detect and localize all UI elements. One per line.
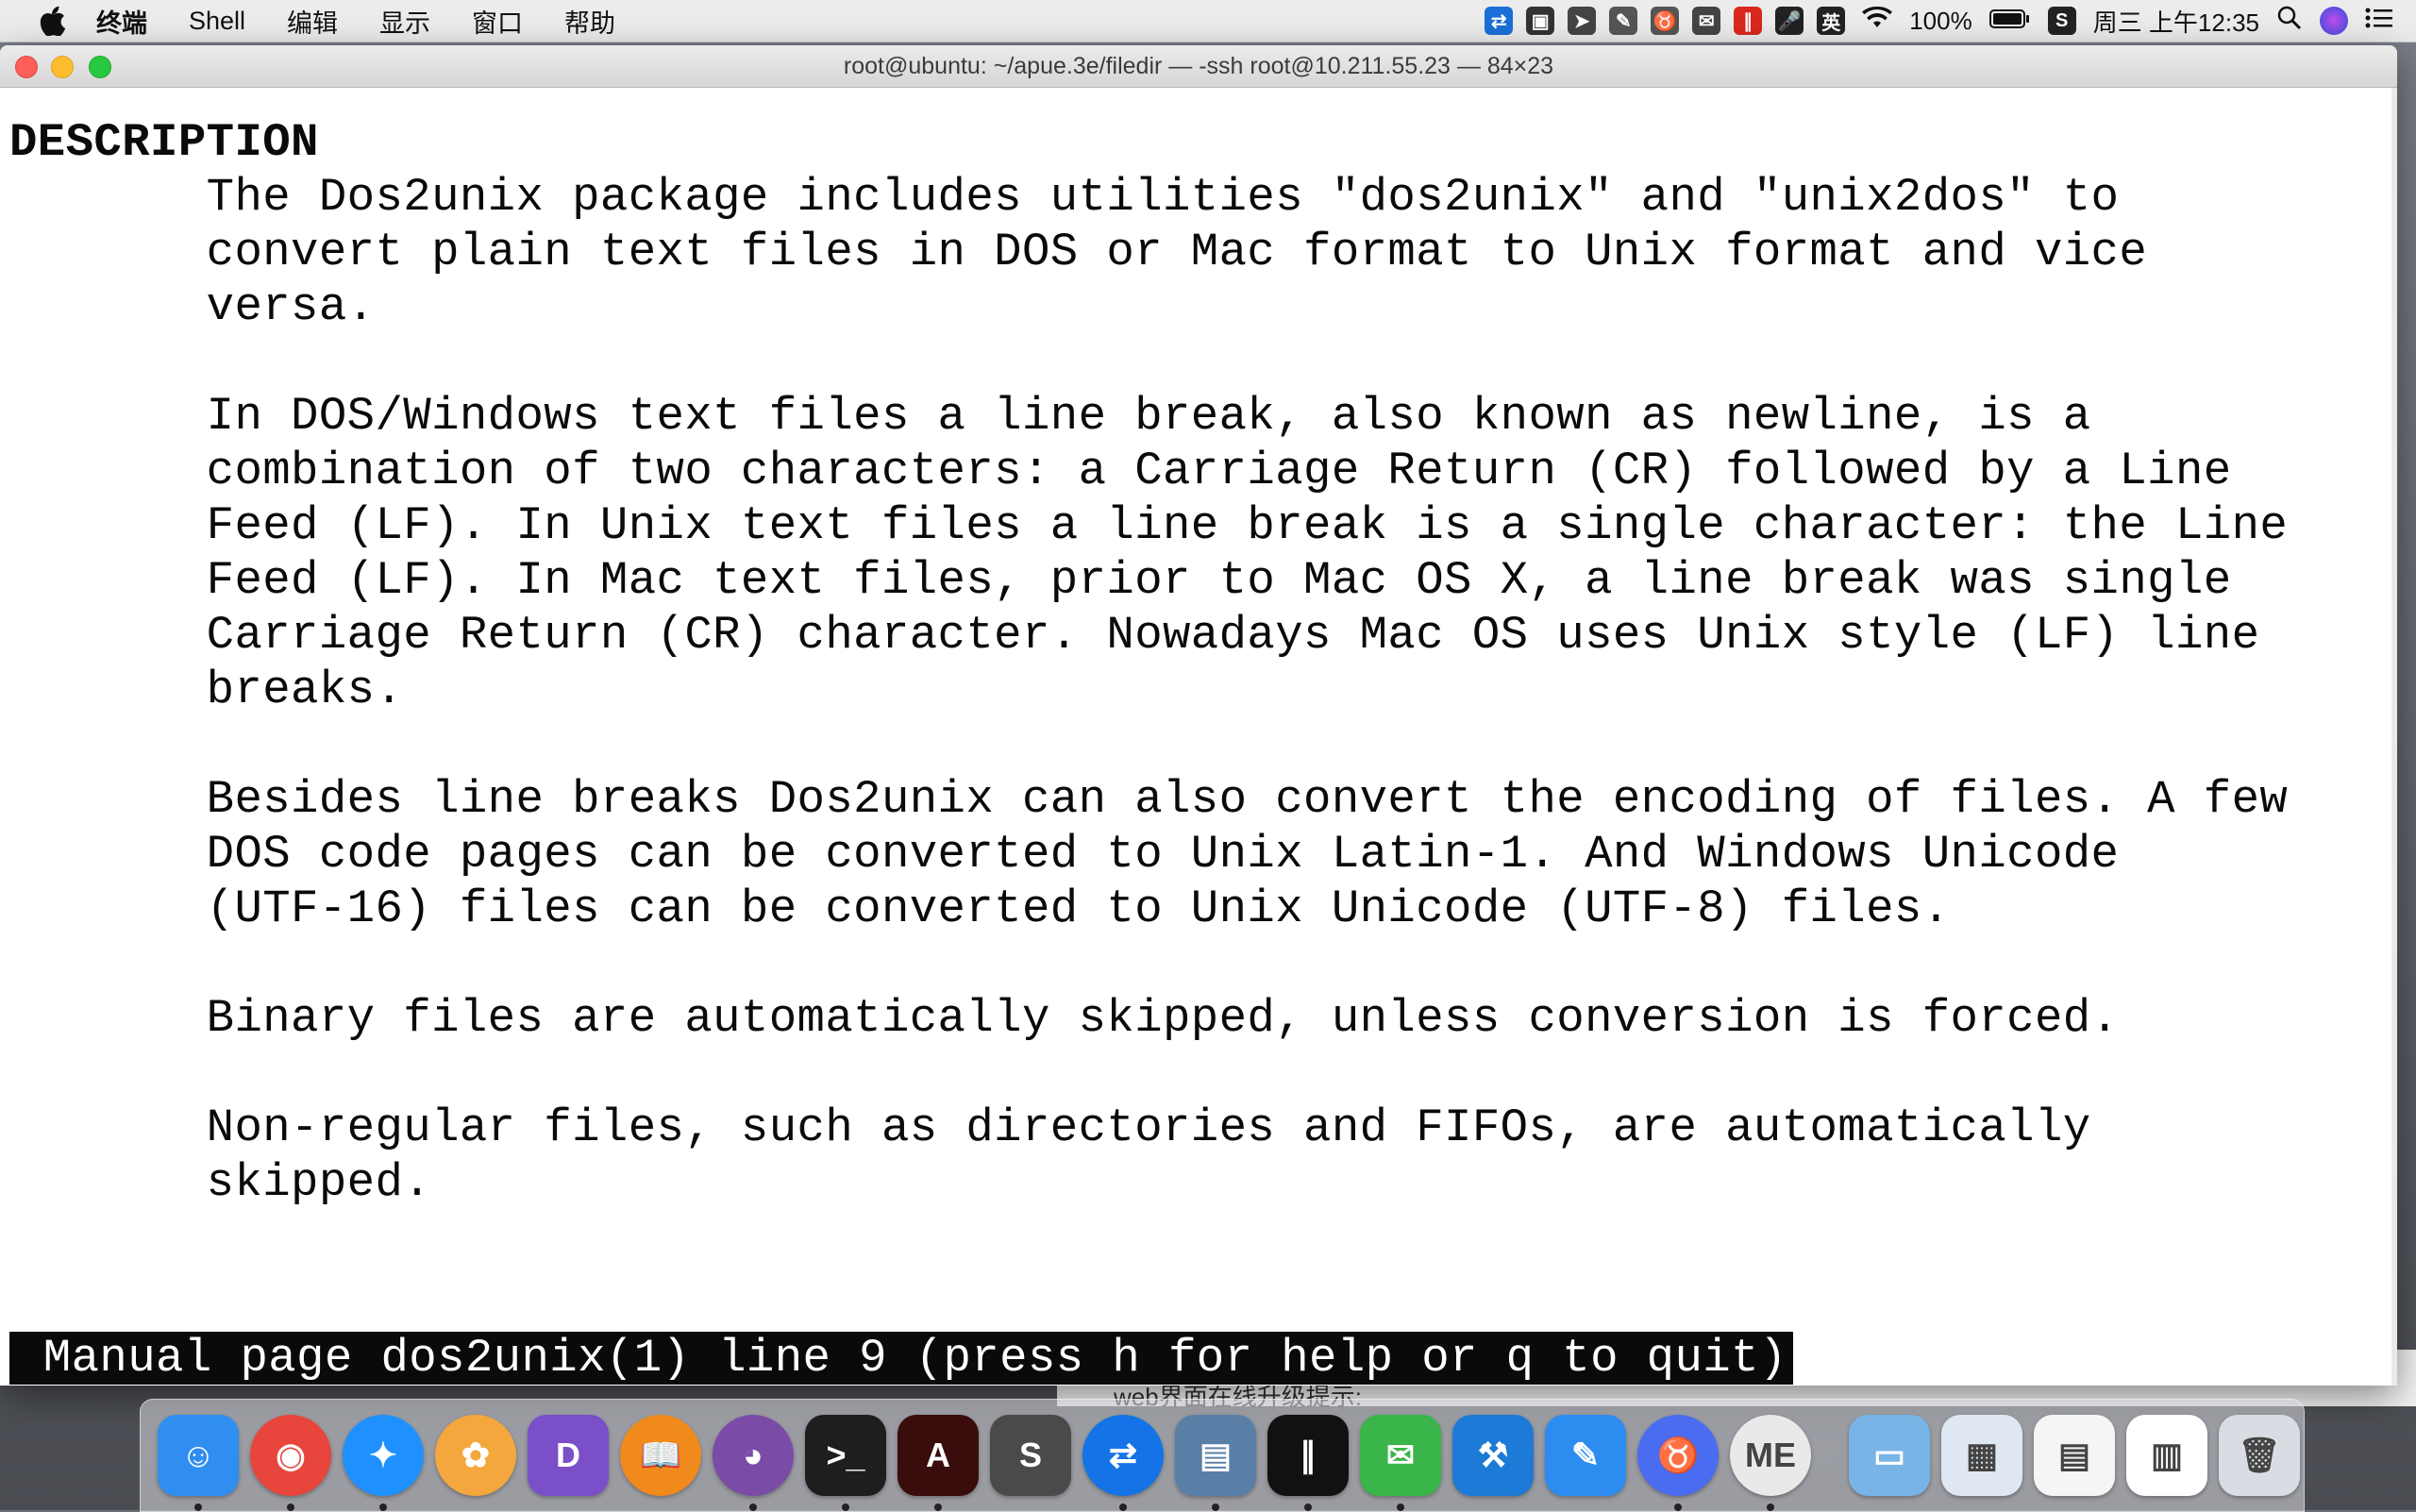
acrobat-glyph: A bbox=[926, 1436, 950, 1474]
taurus-dock-icon[interactable]: ♉ bbox=[1637, 1415, 1719, 1511]
send-icon[interactable]: ➤ bbox=[1568, 7, 1597, 35]
window-thumb-2-icon[interactable]: ▤ bbox=[2034, 1415, 2115, 1496]
parallels-dock-icon[interactable]: ▤ bbox=[1175, 1415, 1256, 1511]
folder-icon[interactable]: ▭ bbox=[1849, 1415, 1930, 1496]
terminal-line: (UTF-16) files can be converted to Unix … bbox=[9, 882, 1951, 935]
scrollbar-track[interactable] bbox=[2391, 88, 2397, 1386]
trash-glyph: 🗑 bbox=[2238, 1436, 2281, 1474]
man-section-heading: DESCRIPTION bbox=[9, 116, 319, 169]
safari-icon[interactable]: ✦ bbox=[343, 1415, 424, 1511]
dash-glyph: D bbox=[556, 1436, 580, 1474]
menu-window[interactable]: 窗口 bbox=[472, 3, 523, 40]
pager-status-line: Manual page dos2unix(1) line 9 (press h … bbox=[9, 1332, 1793, 1385]
edit-icon[interactable]: ✎ bbox=[1545, 1415, 1626, 1496]
menu-clock[interactable]: 周三 上午12:35 bbox=[2093, 4, 2259, 39]
menu-view[interactable]: 显示 bbox=[379, 3, 430, 40]
terminal-glyph: >_ bbox=[826, 1436, 865, 1474]
photos-glyph: ✿ bbox=[461, 1436, 491, 1474]
sogou-icon[interactable]: S bbox=[2047, 7, 2076, 35]
window-thumb-1-icon[interactable]: ▦ bbox=[1941, 1415, 2022, 1496]
xcode-glyph: ⚒ bbox=[1477, 1436, 1509, 1474]
sublime-glyph: S bbox=[1018, 1436, 1042, 1474]
terminal-window[interactable]: root@ubuntu: ~/apue.3e/filedir — -ssh ro… bbox=[0, 45, 2397, 1386]
windows-vm-icon[interactable]: ∥ bbox=[1267, 1415, 1349, 1511]
folder-glyph: ▭ bbox=[1872, 1436, 1905, 1474]
wifi-icon[interactable] bbox=[1862, 6, 1893, 36]
terminal-line: In DOS/Windows text files a line break, … bbox=[9, 390, 2091, 443]
terminal-line: Feed (LF). In Unix text files a line bre… bbox=[9, 499, 2289, 552]
parallels-dock-glyph: ▤ bbox=[1199, 1436, 1232, 1474]
dock: ☺ ◉ ✦ ✿ D 📖 ◕ >_ A S ⇄ ▤ ∥ ✉ ⚒ ✎ ♉ ME ▭ ▦ ▤ ▥ 🗑 bbox=[140, 1399, 2305, 1512]
notification-center-icon[interactable] bbox=[2365, 7, 2393, 36]
wechat-icon[interactable]: ✉ bbox=[1692, 7, 1721, 35]
mic-icon[interactable]: 🎤 bbox=[1775, 7, 1804, 35]
spotlight-search-icon[interactable] bbox=[2276, 5, 2303, 38]
safari-glyph: ✦ bbox=[368, 1436, 398, 1474]
wechat-dock-icon[interactable]: ✉ bbox=[1360, 1415, 1441, 1511]
github-glyph: ◕ bbox=[743, 1436, 763, 1474]
finder-glyph: ☺ bbox=[180, 1436, 216, 1474]
minimize-window-button[interactable] bbox=[51, 56, 74, 78]
teamviewer-dock-glyph: ⇄ bbox=[1108, 1436, 1138, 1474]
terminal-line: combination of two characters: a Carriag… bbox=[9, 445, 2232, 497]
books-glyph: 📖 bbox=[639, 1436, 682, 1474]
window-titlebar[interactable]: root@ubuntu: ~/apue.3e/filedir — -ssh ro… bbox=[0, 45, 2397, 88]
taurus-dock-glyph: ♉ bbox=[1656, 1436, 1700, 1474]
parallels-icon[interactable]: ∥ bbox=[1734, 7, 1763, 35]
zoom-window-button[interactable] bbox=[89, 56, 111, 78]
terminal-content[interactable]: DESCRIPTION The Dos2unix package include… bbox=[0, 88, 2397, 1386]
notes-icon[interactable]: ▣ bbox=[1526, 7, 1555, 35]
terminal-line: Feed (LF). In Mac text files, prior to M… bbox=[9, 554, 2232, 607]
terminal-line: breaks. bbox=[9, 664, 404, 716]
photos-icon[interactable]: ✿ bbox=[435, 1415, 516, 1496]
sublime-icon[interactable]: S bbox=[990, 1415, 1071, 1496]
siri-icon[interactable] bbox=[2320, 7, 2348, 35]
wechat-dock-glyph: ✉ bbox=[1385, 1436, 1416, 1474]
window-thumb-3-glyph: ▥ bbox=[2150, 1436, 2183, 1474]
teamviewer-icon[interactable]: ⇄ bbox=[1485, 7, 1514, 35]
menu-help[interactable]: 帮助 bbox=[564, 3, 615, 40]
books-icon[interactable]: 📖 bbox=[620, 1415, 701, 1496]
battery-percent: 100% bbox=[1909, 6, 1972, 35]
chrome-icon[interactable]: ◉ bbox=[250, 1415, 331, 1511]
menu-shell[interactable]: Shell bbox=[189, 7, 245, 36]
pen-icon[interactable]: ✎ bbox=[1609, 7, 1638, 35]
apple-menu-icon[interactable] bbox=[38, 5, 66, 37]
me-glyph: ME bbox=[1745, 1436, 1796, 1474]
me-icon[interactable]: ME bbox=[1730, 1415, 1811, 1511]
window-title: root@ubuntu: ~/apue.3e/filedir — -ssh ro… bbox=[843, 52, 1554, 79]
terminal-line: skipped. bbox=[9, 1156, 432, 1209]
terminal-line: DOS code pages can be converted to Unix … bbox=[9, 828, 2120, 881]
menu-edit[interactable]: 编辑 bbox=[287, 3, 338, 40]
terminal-line: Non-regular files, such as directories a… bbox=[9, 1101, 2091, 1154]
battery-icon[interactable] bbox=[1988, 7, 2031, 36]
menu-app-name[interactable]: 终端 bbox=[96, 3, 147, 40]
terminal-icon[interactable]: >_ bbox=[805, 1415, 886, 1511]
terminal-line: convert plain text files in DOS or Mac f… bbox=[9, 226, 2148, 278]
teamviewer-dock-icon[interactable]: ⇄ bbox=[1082, 1415, 1164, 1511]
terminal-line: versa. bbox=[9, 280, 376, 333]
terminal-line: Besides line breaks Dos2unix can also co… bbox=[9, 773, 2289, 826]
edit-glyph: ✎ bbox=[1570, 1436, 1601, 1474]
menu-bar: 终端 Shell 编辑 显示 窗口 帮助 ⇄ ▣ ➤ ✎ ♉ ✉ ∥ 🎤 英 100% S 周三… bbox=[0, 0, 2416, 42]
taurus-icon[interactable]: ♉ bbox=[1651, 7, 1680, 35]
terminal-line: The Dos2unix package includes utilities … bbox=[9, 171, 2120, 224]
dash-icon[interactable]: D bbox=[528, 1415, 609, 1496]
windows-vm-glyph: ∥ bbox=[1300, 1436, 1317, 1474]
chrome-glyph: ◉ bbox=[276, 1436, 306, 1474]
terminal-line: Carriage Return (CR) character. Nowadays… bbox=[9, 609, 2260, 662]
terminal-line: Binary files are automatically skipped, … bbox=[9, 992, 2120, 1045]
input-method-icon[interactable]: 英 bbox=[1817, 7, 1846, 35]
window-thumb-3-icon[interactable]: ▥ bbox=[2126, 1415, 2207, 1496]
window-thumb-1-glyph: ▦ bbox=[1965, 1436, 1998, 1474]
finder-icon[interactable]: ☺ bbox=[158, 1415, 239, 1511]
acrobat-icon[interactable]: A bbox=[898, 1415, 979, 1511]
close-window-button[interactable] bbox=[15, 56, 38, 78]
trash-icon[interactable]: 🗑 bbox=[2219, 1415, 2300, 1496]
xcode-icon[interactable]: ⚒ bbox=[1452, 1415, 1534, 1496]
window-thumb-2-glyph: ▤ bbox=[2057, 1436, 2090, 1474]
github-icon[interactable]: ◕ bbox=[713, 1415, 794, 1511]
